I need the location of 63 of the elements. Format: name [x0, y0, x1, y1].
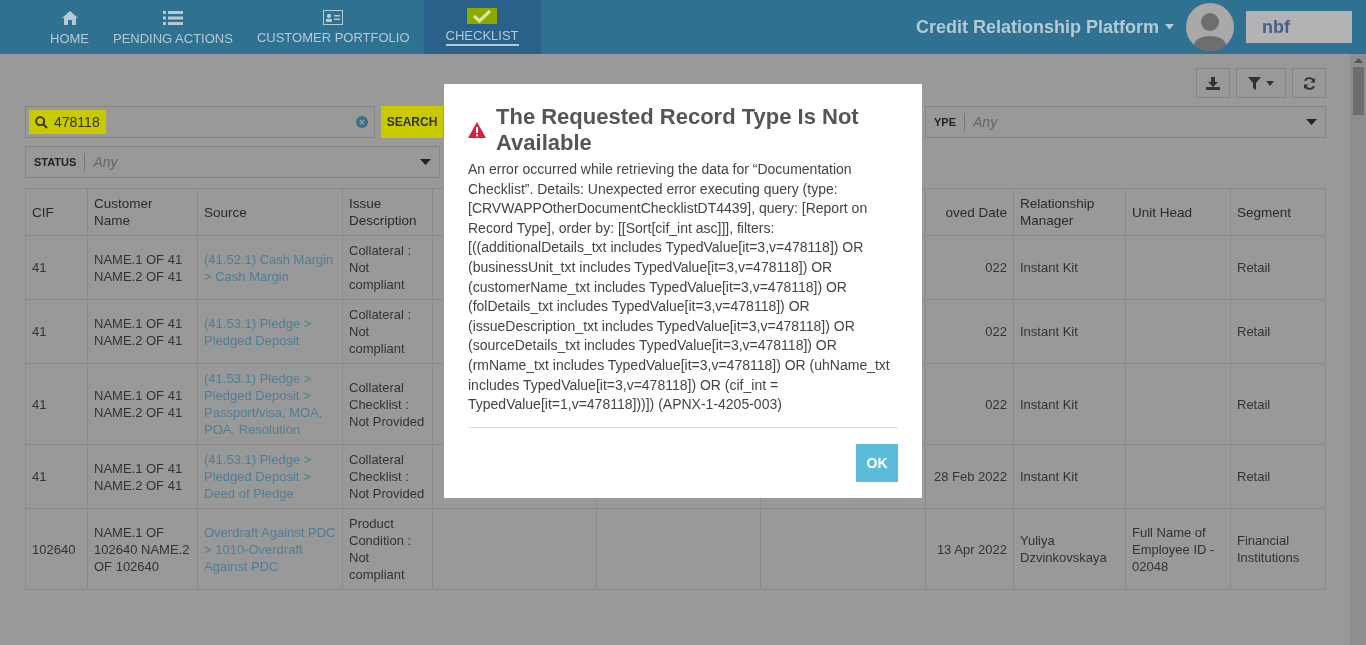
segment-cell-text: Retail: [1237, 468, 1272, 485]
scrollbar[interactable]: [1350, 54, 1366, 645]
issue-cell-text: Product Condition : Not compliant: [349, 515, 413, 583]
customer-name-cell-text: NAME.1 OF 41 NAME.2 OF 41: [94, 250, 184, 285]
caret-icon: [1306, 119, 1317, 125]
issue-cell: Collateral Checklist : Not Provided: [349, 451, 426, 502]
manager-cell-text: Yuliya Dzvinkovskaya: [1020, 532, 1108, 566]
manager-cell-text: Instant Kit: [1020, 259, 1079, 276]
cif-cell-text: 41: [32, 395, 48, 413]
filter-button[interactable]: [1236, 68, 1286, 98]
cif-cell-text: 41: [32, 259, 48, 276]
segment-cell-text: Financial Institutions: [1237, 532, 1301, 566]
search-field[interactable]: 478118: [25, 106, 375, 138]
issue-cell-text: Collateral : Not compliant: [349, 242, 413, 293]
filter-icon: [1248, 76, 1261, 90]
customer-name-cell-text: NAME.1 OF 41 NAME.2 OF 41: [94, 314, 184, 349]
cif-cell-text: 41: [32, 323, 48, 340]
cif-cell-text: 41: [32, 468, 48, 485]
check-icon: [473, 9, 492, 23]
date-cell-text: 28 Feb 2022: [933, 468, 1007, 485]
bank-logo: nbf: [1246, 11, 1352, 43]
segment-cell-text: Retail: [1237, 259, 1272, 276]
list-icon: [162, 9, 183, 26]
customer-name-cell-text: NAME.1 OF 41 NAME.2 OF 41: [94, 459, 184, 494]
issue-cell-text: Collateral : Not compliant: [349, 306, 413, 357]
date-cell-text: 022: [984, 323, 1007, 340]
customer-name-cell: NAME.1 OF 102640 NAME.2 OF 102640: [94, 523, 191, 575]
segment-cell-text: Retail: [1237, 395, 1272, 413]
caret-icon: [1266, 80, 1274, 86]
warning-icon: [468, 122, 486, 138]
caret-icon: [420, 159, 431, 165]
avatar-icon[interactable]: [1186, 3, 1234, 51]
search-value: 478118: [29, 110, 106, 134]
issue-cell: Collateral Checklist : Not Provided: [349, 378, 426, 430]
search-button[interactable]: SEARCH: [381, 106, 443, 138]
manager-cell-text: Instant Kit: [1020, 323, 1079, 340]
date-cell-text: 022: [984, 395, 1007, 413]
nav-tab[interactable]: HOME: [40, 0, 99, 54]
refresh-button[interactable]: [1292, 68, 1326, 98]
caret-icon: [1165, 24, 1174, 30]
home-icon: [60, 9, 79, 26]
scroll-up-icon[interactable]: [1353, 58, 1363, 63]
download-icon: [1206, 76, 1220, 90]
date-cell-text: 13 Apr 2022: [935, 540, 1007, 558]
refresh-icon: [1302, 76, 1316, 90]
nav-tab[interactable]: CHECKLIST: [423, 0, 541, 54]
search-icon: [35, 115, 48, 129]
nav-tab[interactable]: CUSTOMER PORTFOLIO: [246, 0, 420, 54]
segment-cell-text: Retail: [1237, 323, 1272, 340]
manager-cell-text: Instant Kit: [1020, 395, 1079, 413]
dialog-title: The Requested Record Type Is Not Available: [496, 104, 860, 156]
scrollbar-thumb[interactable]: [1352, 67, 1364, 115]
date-cell-text: 022: [984, 259, 1007, 276]
manager-cell-text: Instant Kit: [1020, 468, 1079, 485]
download-button[interactable]: [1196, 68, 1230, 98]
cif-cell-text: 102640: [32, 540, 77, 558]
app-title-menu[interactable]: Credit Relationship Platform: [915, 16, 1174, 38]
clear-icon[interactable]: [356, 116, 368, 128]
unit-head-cell-text: Full Name of Employee ID - 02048: [1132, 523, 1216, 575]
error-message: An error occurred while retrieving the data for “Documentation Checklist”. Details: Unexpected error executing query (type: [CRVWAPPOtherDocumentChecklistDT4439], query: [Report on Record Type], order by: [[Sort[cif_int asc]]], filters: [((additionalDetails_txt includes TypedValue[it=3,v=478118]) OR (businessUnit_txt includes TypedValue[it=3,v=478118]) OR (customerName_txt includes TypedValue[it=3,v=478118]) OR (folDetails_txt includes TypedValue[it=3,v=478118]) OR (issueDescription_txt includes TypedValue[it=3,v=478118]) OR (sourceDetails_txt includes TypedValue[it=3,v=478118]) OR (rmName_txt includes TypedValue[it=3,v=478118]) OR (uhName_txt includes TypedValue[it=3,v=478118]) OR (cif_int = TypedValue[it=1,v=478118]))]) (APNX-1-4205-003): [468, 160, 898, 428]
id-card-icon: [323, 10, 344, 25]
customer-name-cell-text: NAME.1 OF 41 NAME.2 OF 41: [94, 387, 184, 421]
nav-tab[interactable]: PENDING ACTIONS: [103, 0, 243, 54]
